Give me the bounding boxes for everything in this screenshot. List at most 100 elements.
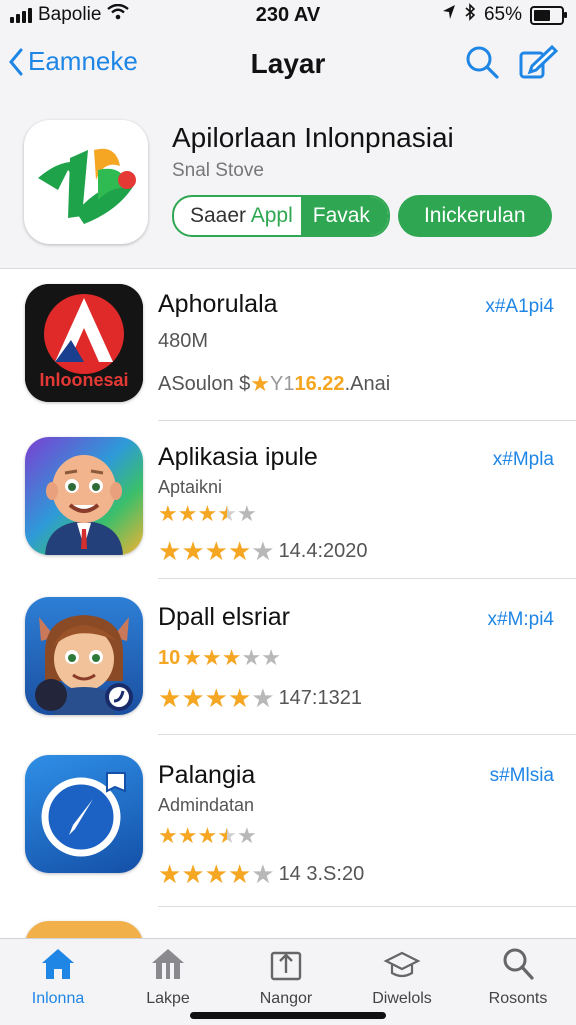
app-meta-suffix: .Anai (344, 372, 391, 395)
app-price-button[interactable]: x#Mpla (493, 449, 554, 471)
star-icon: ★ (250, 371, 271, 396)
star-icon: ★ (251, 536, 275, 566)
list-item[interactable]: Dpall elsriar 10 ★ ★ ★ ★ ★ ★ ★ ★ ★ ★ 147:1321 x#M… (0, 579, 576, 735)
rating-stars-small: ★ ★ ★ ★ ★ (158, 501, 257, 527)
app-name: Aplikasia ipule (158, 443, 318, 471)
featured-app-icon[interactable] (24, 120, 148, 244)
star-icon: ★ (227, 683, 252, 713)
app-price-button[interactable]: x#A1pi4 (485, 296, 554, 318)
star-icon: ★ (241, 645, 262, 670)
rating-stars-small: ★ ★ ★ ★ ★ (158, 823, 257, 849)
update-icon (270, 951, 302, 981)
app-meta: ASoulon $ ★ Y1 16.22 .Anai (158, 371, 390, 397)
star-icon: ★ (251, 683, 275, 713)
nav-actions (464, 44, 559, 85)
star-icon: ★ (181, 859, 205, 889)
tab-updates[interactable]: Nangor (236, 945, 336, 1008)
star-icon: ★ (251, 859, 275, 889)
tab-label: Inlonna (31, 990, 85, 1007)
app-meta-prefix: ASoulon $ (158, 372, 251, 395)
install-button[interactable]: Inickerulan (397, 195, 552, 237)
app-developer: Aptaikni (158, 477, 223, 497)
favorite-button[interactable]: Favak (300, 197, 388, 235)
star-icon: ★ (158, 683, 182, 713)
tab-store[interactable]: Lakpe (118, 945, 218, 1008)
tab-downloads[interactable]: Diwelols (352, 945, 452, 1008)
app-name: Aphorulala (158, 290, 278, 318)
app-icon (25, 597, 143, 715)
star-icon: ★ (197, 501, 218, 526)
tab-label: Diwelols (372, 990, 432, 1007)
tab-label: Rosonts (488, 990, 548, 1007)
app-icon-caption: Inloonesai (39, 370, 129, 390)
app-price-button[interactable]: x#M:pi4 (487, 609, 554, 631)
list-item[interactable]: Aplikasia ipule Aptaikni ★ ★ ★ ★ ★ ★ ★ ★ ★ ★ 14.4… (0, 421, 576, 579)
compose-icon[interactable] (518, 44, 559, 85)
app-icon (25, 437, 143, 555)
star-icon: ★ (158, 536, 182, 566)
rating-date: 14 3.S:20 (278, 863, 365, 885)
featured-app-header: Apilorlaan Inlonpnasiai Snal Stove Saaer… (0, 100, 576, 269)
search-icon[interactable] (464, 44, 500, 85)
star-icon: ★ (177, 501, 198, 526)
app-icon (25, 755, 143, 873)
save-app-label-accent: Appl (250, 204, 293, 227)
star-icon: ★ (181, 536, 205, 566)
rating-stars-large: ★ ★ ★ ★ ★ 14 3.S:20 (158, 859, 364, 890)
location-icon (442, 4, 456, 26)
star-icon: ★ (227, 536, 252, 566)
tab-label: Lakpe (146, 990, 190, 1007)
app-name: Palangia (158, 761, 256, 789)
bluetooth-icon (464, 3, 476, 27)
featured-button-group: Saaer Appl Favak Inickerulan (172, 195, 552, 237)
star-icon: ★ (181, 683, 205, 713)
star-icon: ★ (261, 645, 281, 670)
rating-stars-small: 10 ★ ★ ★ ★ ★ (158, 645, 281, 671)
star-icon: ★ (204, 536, 228, 566)
star-icon: ★ (182, 645, 202, 670)
download-icon (383, 951, 421, 978)
rating-date: 147:1321 (278, 687, 362, 709)
star-icon: ★ (201, 645, 222, 670)
featured-app-subtitle: Snal Stove (172, 160, 264, 181)
app-developer: Admindatan (158, 795, 255, 815)
star-icon: ★ (217, 501, 237, 526)
star-icon: ★ (197, 823, 218, 848)
home-indicator (190, 1012, 386, 1019)
app-name: Dpall elsriar (158, 603, 290, 631)
rating-count: 10 (158, 646, 181, 669)
battery-icon (530, 5, 567, 25)
app-price-button[interactable]: s#Mlsia (490, 765, 554, 787)
app-icon: Inloonesai (25, 284, 143, 402)
app-meta-score: 16.22 (294, 372, 345, 395)
battery-percent: 65% (483, 4, 522, 25)
star-icon: ★ (177, 823, 198, 848)
star-icon: ★ (221, 645, 242, 670)
star-icon: ★ (227, 859, 252, 889)
tab-search[interactable]: Rosonts (468, 945, 568, 1008)
nav-bar: Eamneke Layar (0, 30, 576, 100)
segmented-button: Saaer Appl Favak (172, 195, 390, 237)
battery-fill (534, 9, 550, 21)
search-icon (503, 948, 534, 980)
star-icon: ★ (236, 501, 257, 526)
star-icon: ★ (217, 823, 237, 848)
list-item[interactable]: Inloonesai Aphorulala 480M ASoulon $ ★ Y… (0, 269, 576, 421)
save-app-label: Saaer (190, 204, 251, 227)
home-icon (42, 949, 74, 979)
tab-home[interactable]: Inlonna (8, 945, 108, 1008)
list-item[interactable]: Palangia Admindatan ★ ★ ★ ★ ★ ★ ★ ★ ★ ★ 14 3.S:20… (0, 735, 576, 907)
save-app-button[interactable]: Saaer Appl (174, 197, 301, 235)
rating-stars-large: ★ ★ ★ ★ ★ 14.4:2020 (158, 536, 368, 567)
star-icon: ★ (204, 683, 228, 713)
star-icon: ★ (158, 501, 178, 526)
rating-date: 14.4:2020 (278, 540, 368, 562)
app-meta-mid: Y1 (270, 372, 295, 395)
rating-stars-large: ★ ★ ★ ★ ★ 147:1321 (158, 683, 362, 714)
status-right: 65% (442, 3, 567, 27)
star-icon: ★ (158, 859, 182, 889)
star-icon: ★ (204, 859, 228, 889)
store-icon (152, 949, 184, 979)
star-icon: ★ (158, 823, 178, 848)
app-size: 480M (158, 330, 209, 352)
